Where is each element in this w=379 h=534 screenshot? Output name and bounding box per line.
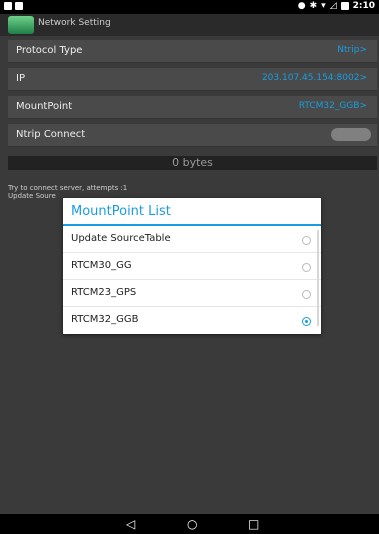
signal-icon: ◿ [329, 1, 337, 11]
home-icon[interactable]: ○ [187, 517, 197, 531]
ntrip-connect-toggle[interactable] [331, 128, 371, 141]
mountpoint-option-rtcm30-gg[interactable]: RTCM30_GG [63, 253, 321, 280]
action-bar: Network Setting [0, 14, 379, 36]
notification-icon [4, 2, 12, 10]
radio-icon[interactable] [302, 236, 311, 245]
radio-icon[interactable] [302, 290, 311, 299]
radio-checked-icon[interactable] [302, 317, 311, 326]
location-icon: ● [297, 1, 306, 11]
app-title: Network Setting [38, 18, 111, 28]
option-label: RTCM23_GPS [71, 287, 137, 298]
mountpoint-option-rtcm23-gps[interactable]: RTCM23_GPS [63, 280, 321, 307]
option-label: Update SourceTable [71, 233, 171, 244]
setting-value: RTCM32_GGB> [298, 101, 367, 111]
setting-mountpoint[interactable]: MountPoint RTCM32_GGB> [8, 96, 377, 119]
log-line: Try to connect server, attempts :1 [8, 184, 128, 192]
navigation-bar: ◁ ○ □ [0, 514, 379, 534]
status-bar: ● ✱ ▾ ◿ 2:10 [0, 0, 379, 14]
mountpoint-dialog: MountPoint List Update SourceTable RTCM3… [63, 198, 321, 334]
mountpoint-option-update-sourcetable[interactable]: Update SourceTable [63, 226, 321, 253]
bytes-counter: 0 bytes [8, 156, 377, 170]
recent-apps-icon[interactable]: □ [248, 517, 259, 531]
radio-icon[interactable] [302, 263, 311, 272]
setting-value: 203.107.45.154:8002> [261, 73, 367, 83]
option-label: RTCM30_GG [71, 260, 132, 271]
status-left-icons [4, 2, 23, 10]
setting-ip[interactable]: IP 203.107.45.154:8002> [8, 68, 377, 91]
notification-icon-2 [15, 2, 23, 10]
dialog-title: MountPoint List [71, 204, 171, 219]
battery-icon [340, 2, 349, 10]
setting-value: Ntrip> [337, 45, 367, 55]
status-right-icons: ● ✱ ▾ ◿ 2:10 [298, 1, 375, 11]
setting-label: Ntrip Connect [16, 129, 86, 140]
back-icon[interactable]: ◁ [126, 517, 135, 531]
wifi-icon: ▾ [321, 1, 326, 11]
bluetooth-icon: ✱ [309, 1, 318, 11]
mountpoint-option-rtcm32-ggb[interactable]: RTCM32_GGB [63, 307, 321, 333]
dialog-scrollbar[interactable] [317, 230, 319, 326]
setting-ntrip-connect: Ntrip Connect [8, 124, 377, 147]
app-logo-icon [8, 16, 34, 34]
option-label: RTCM32_GGB [71, 314, 139, 325]
setting-label: MountPoint [16, 101, 73, 112]
setting-label: Protocol Type [16, 45, 83, 56]
status-time: 2:10 [352, 1, 375, 11]
setting-label: IP [16, 73, 25, 84]
setting-protocol-type[interactable]: Protocol Type Ntrip> [8, 40, 377, 63]
